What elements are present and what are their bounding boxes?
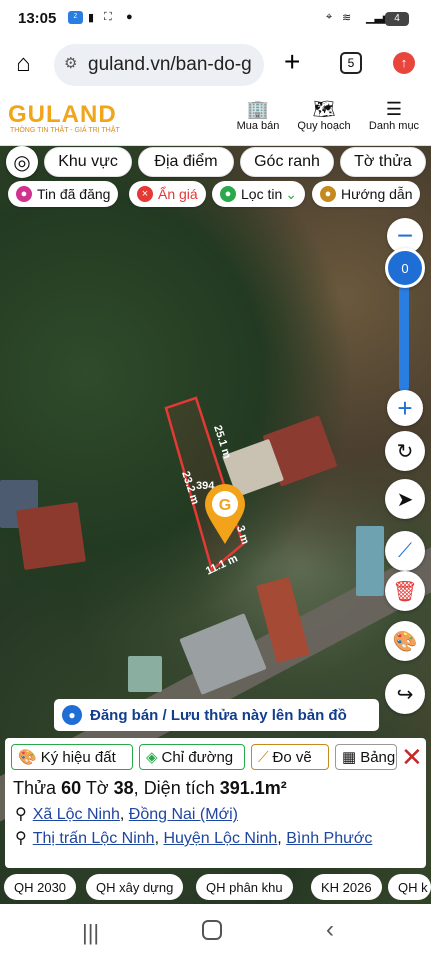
browser-menu-icon[interactable]: ↑ xyxy=(393,52,415,74)
trash-icon[interactable]: 🗑 xyxy=(385,571,425,611)
zoom-slider-thumb[interactable]: 0 xyxy=(385,248,425,288)
dot-icon: ● xyxy=(126,11,133,23)
tool-bang[interactable]: ▦ Bảng xyxy=(335,744,397,770)
map-search-icon: 🗺 xyxy=(312,99,336,119)
direction-icon: ◈ xyxy=(146,749,158,766)
home-button-icon[interactable] xyxy=(202,920,222,940)
zalo-icon: Z xyxy=(68,11,83,24)
back-icon[interactable]: ‹ xyxy=(326,916,334,944)
guide-icon: ● xyxy=(320,186,336,202)
close-icon[interactable]: ✕ xyxy=(401,742,423,773)
svg-text:G: G xyxy=(219,497,231,514)
location-pin-icon: ⚲ xyxy=(15,830,27,847)
clock: 13:05 xyxy=(18,10,57,27)
chip-tin-da-dang[interactable]: ● Tin đã đăng xyxy=(8,181,119,207)
filter-khu-vuc[interactable]: Khu vực xyxy=(44,147,132,177)
battery-icon: 4 xyxy=(385,12,409,26)
measure-icon: ⟋ xyxy=(258,748,269,766)
app-header: GULAND THÔNG TIN THẬT - GIÁ TRỊ THẬT 🏢 Mu… xyxy=(0,94,431,146)
palette-button[interactable]: 🎨 xyxy=(385,621,425,661)
nav-quy-hoach[interactable]: 🗺 Quy hoạch xyxy=(292,98,356,132)
qh-2030[interactable]: QH 2030 xyxy=(4,874,77,900)
tool-chi-duong[interactable]: ◈ Chỉ đường xyxy=(139,744,245,770)
qh-more[interactable]: QH k xyxy=(388,874,431,900)
palette-icon: ● xyxy=(16,186,32,202)
palette-icon: 🎨 xyxy=(18,749,37,766)
tagline: THÔNG TIN THẬT - GIÁ TRỊ THẬT xyxy=(10,127,120,134)
site-settings-icon[interactable]: ⚙ xyxy=(64,54,77,72)
new-tab-icon[interactable]: + xyxy=(284,46,300,78)
url-text: guland.vn/ban-do-g xyxy=(88,54,252,75)
chip-huong-dan[interactable]: ● Hướng dẫn xyxy=(312,181,421,207)
filter-pin-icon: ● xyxy=(220,186,236,202)
table-icon: ▦ xyxy=(342,749,357,766)
zoom-in-button[interactable]: + xyxy=(387,390,423,426)
address-old: ⚲ Thị trấn Lộc Ninh, Huyện Lộc Ninh, Bình… xyxy=(15,830,373,847)
locate-icon[interactable]: ◎ xyxy=(6,146,38,178)
parcel-title: Thửa 60 Tờ 38, Diện tích 391.1m² xyxy=(13,778,287,798)
save-parcel-banner[interactable]: ● Đăng bán / Lưu thửa này lên bản đồ xyxy=(54,699,379,731)
filter-dia-diem[interactable]: Địa điểm xyxy=(138,147,234,177)
map-pin-icon[interactable]: G xyxy=(202,482,248,546)
logo[interactable]: GULAND xyxy=(8,101,117,129)
navigate-icon[interactable]: ➤ xyxy=(385,479,425,519)
tool-ky-hieu-dat[interactable]: 🎨 Ký hiệu đất xyxy=(11,744,133,770)
menu-icon: ☰ xyxy=(385,99,403,119)
location-pin-icon: ⚲ xyxy=(15,806,27,823)
filter-to-thua[interactable]: Tờ thửa xyxy=(340,147,426,177)
notification-icon: ▮ xyxy=(88,12,95,24)
refresh-icon[interactable]: ↻ xyxy=(385,431,425,471)
chevron-down-icon: ⌄ xyxy=(285,185,297,202)
qh-xay-dung[interactable]: QH xây dựng xyxy=(86,874,184,900)
qh-phan-khu[interactable]: QH phân khu xyxy=(196,874,293,900)
chip-loc-tin[interactable]: ● Lọc tin ⌄ xyxy=(212,181,305,207)
tab-switcher-button[interactable]: 5 xyxy=(340,52,362,74)
building-icon: 🏢 xyxy=(246,99,270,119)
kh-2026[interactable]: KH 2026 xyxy=(311,874,382,900)
pin-icon: ● xyxy=(62,705,82,725)
measure-icon[interactable]: ⟋ xyxy=(385,531,425,571)
system-nav-bar: ||| ‹ xyxy=(0,904,431,960)
location-icon: ⌖ xyxy=(326,11,333,23)
tool-do-ve[interactable]: ⟋ Đo vẽ xyxy=(251,744,329,770)
wifi-icon: ≋ xyxy=(342,12,352,24)
share-icon[interactable]: ↪ xyxy=(385,674,425,714)
address-new: ⚲ Xã Lộc Ninh, Đồng Nai (Mới) xyxy=(15,806,238,823)
hide-icon: × xyxy=(137,186,153,202)
nav-danh-muc[interactable]: ☰ Danh mục xyxy=(364,98,424,132)
browser-toolbar: ⌂ ⚙ guland.vn/ban-do-g + 5 ↑ xyxy=(0,38,431,94)
address-bar[interactable]: ⚙ guland.vn/ban-do-g xyxy=(54,44,264,86)
parcel-panel: 🎨 Ký hiệu đất ◈ Chỉ đường ⟋ Đo vẽ ▦ Bảng ✕ T… xyxy=(5,738,426,868)
filter-goc-ranh[interactable]: Góc ranh xyxy=(240,147,334,177)
status-bar: 13:05 Z ▮ ⛶ ● ⌖ ≋ ▁▃▅ 4 xyxy=(0,0,431,38)
home-icon[interactable]: ⌂ xyxy=(16,50,31,78)
nav-mua-ban[interactable]: 🏢 Mua bán xyxy=(232,98,284,132)
chip-an-gia[interactable]: × Ẩn giá xyxy=(129,181,206,207)
screenshot-icon: ⛶ xyxy=(104,11,112,23)
recent-apps-icon[interactable]: ||| xyxy=(82,920,99,946)
